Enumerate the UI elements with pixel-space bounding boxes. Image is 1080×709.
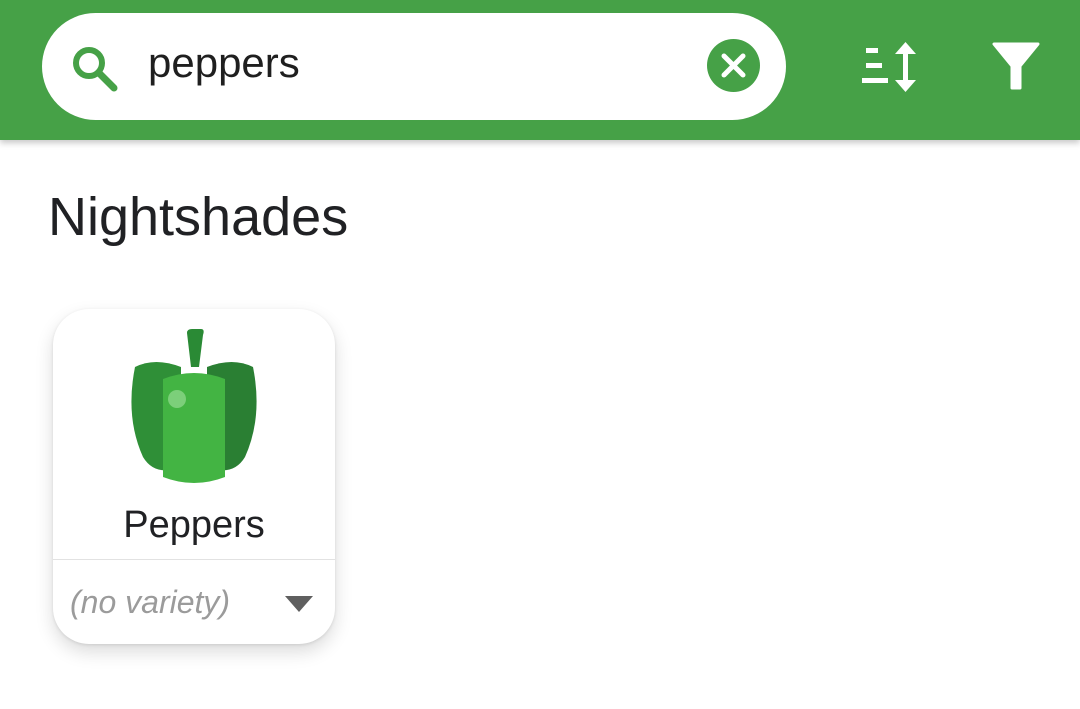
filter-icon bbox=[992, 42, 1040, 90]
bell-pepper-icon bbox=[131, 329, 257, 483]
filter-button[interactable] bbox=[990, 40, 1042, 92]
variety-placeholder: (no variety) bbox=[70, 584, 231, 620]
search-input[interactable] bbox=[148, 30, 668, 96]
chevron-down-icon bbox=[285, 596, 313, 612]
sort-button[interactable] bbox=[860, 40, 922, 94]
search-icon bbox=[73, 47, 118, 92]
plant-name: Peppers bbox=[123, 504, 265, 546]
sort-icon bbox=[862, 42, 916, 92]
clear-search-button[interactable] bbox=[707, 39, 760, 92]
section-title: Nightshades bbox=[48, 187, 349, 247]
plant-card[interactable]: Peppers (no variety) bbox=[53, 309, 335, 644]
top-app-bar bbox=[0, 0, 1080, 140]
variety-dropdown[interactable]: (no variety) bbox=[53, 560, 335, 644]
